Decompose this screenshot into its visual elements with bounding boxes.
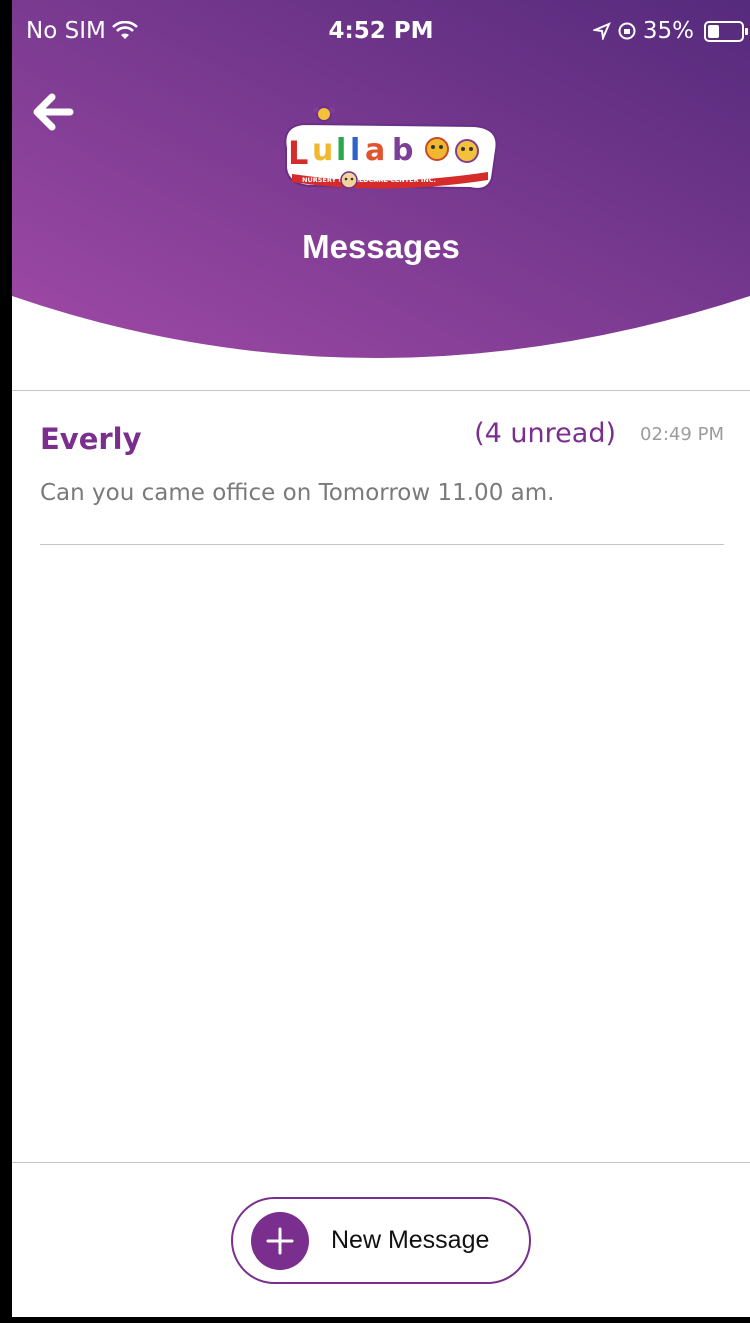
plus-glyph bbox=[266, 1227, 294, 1255]
svg-text:l: l bbox=[336, 133, 346, 168]
svg-text:l: l bbox=[350, 133, 360, 168]
status-right: 35% bbox=[592, 18, 748, 44]
status-bar: No SIM 4:52 PM 35% bbox=[12, 8, 750, 52]
footer-divider bbox=[12, 1162, 750, 1163]
conversation-item[interactable]: Everly (4 unread) 02:49 PM Can you came … bbox=[40, 392, 724, 546]
battery-icon bbox=[704, 20, 748, 42]
header: No SIM 4:52 PM 35% L u l l a b NURSERY &… bbox=[12, 0, 750, 360]
conversation-sender: Everly bbox=[40, 422, 142, 456]
svg-text:u: u bbox=[312, 133, 333, 168]
svg-text:NURSERY & CHILDCARE CENTER I: NURSERY & CHILDCARE CENTER INC. bbox=[302, 176, 436, 184]
orientation-lock-icon bbox=[618, 22, 636, 40]
battery-percent: 35% bbox=[642, 18, 694, 44]
svg-text:a: a bbox=[365, 133, 385, 168]
message-preview: Can you came office on Tomorrow 11.00 am… bbox=[40, 480, 555, 506]
message-timestamp: 02:49 PM bbox=[640, 424, 724, 445]
battery-cap bbox=[745, 27, 748, 35]
list-top-divider bbox=[12, 390, 750, 391]
location-arrow-icon bbox=[592, 22, 611, 40]
battery-fill bbox=[708, 24, 719, 38]
page-title: Messages bbox=[302, 228, 460, 265]
new-message-label: New Message bbox=[331, 1226, 490, 1254]
svg-text:L: L bbox=[288, 134, 308, 172]
unread-count-badge: (4 unread) bbox=[474, 418, 616, 449]
messages-screen: No SIM 4:52 PM 35% L u l l a b NURSERY &… bbox=[12, 0, 750, 1317]
svg-text:b: b bbox=[392, 133, 413, 168]
back-button[interactable] bbox=[28, 88, 84, 140]
conversation-divider bbox=[40, 544, 724, 545]
new-message-button[interactable]: New Message bbox=[231, 1197, 531, 1284]
lullaboo-logo: L u l l a b NURSERY & CHILDCARE CENTER I… bbox=[284, 106, 498, 197]
plus-icon bbox=[251, 1212, 309, 1270]
back-arrow-icon bbox=[33, 93, 74, 131]
